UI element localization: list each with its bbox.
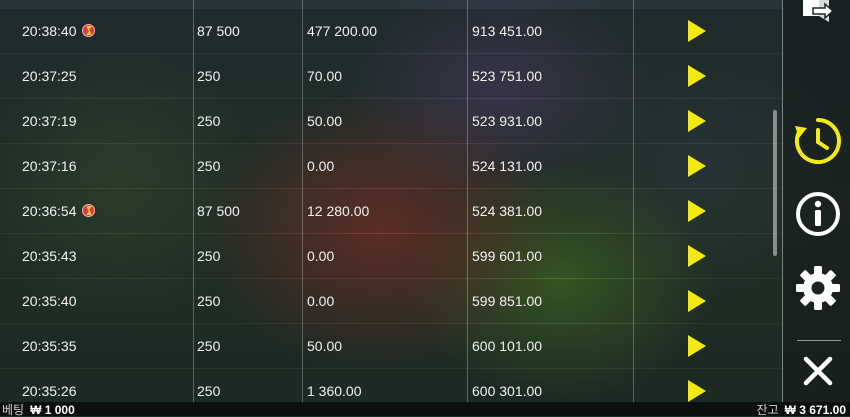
win-cell: 0.00 (307, 158, 335, 174)
history-icon (795, 118, 841, 164)
replay-play-icon[interactable] (688, 290, 706, 312)
column-divider (302, 0, 303, 402)
settings-button[interactable] (793, 263, 843, 313)
balance-cell: 523 931.00 (472, 113, 543, 129)
win-cell: 70.00 (307, 68, 343, 84)
table-row[interactable]: 20:35:40 250 0.00 599 851.00 (0, 279, 782, 323)
column-divider (193, 0, 194, 402)
info-button[interactable] (793, 189, 843, 239)
bonus-bolt-icon (82, 24, 95, 37)
replay-play-icon[interactable] (688, 380, 706, 402)
time-cell: 20:36:54 (22, 203, 77, 219)
table-row[interactable]: 20:35:43 250 0.00 599 601.00 (0, 234, 782, 278)
info-icon (796, 192, 840, 236)
balance-cell: 523 751.00 (472, 68, 543, 84)
bonus-bolt-icon (82, 204, 95, 217)
table-row[interactable]: 20:35:35 250 50.00 600 101.00 (0, 324, 782, 368)
win-cell: 50.00 (307, 113, 343, 129)
balance-cell: 524 381.00 (472, 203, 543, 219)
menu-divider (797, 340, 841, 341)
balance-label: 잔고 (756, 403, 779, 417)
replay-play-icon[interactable] (688, 110, 706, 132)
bet-cell: 250 (197, 113, 221, 129)
balance-cell: 599 851.00 (472, 293, 543, 309)
balance-cell: 600 101.00 (472, 338, 543, 354)
replay-play-icon[interactable] (688, 65, 706, 87)
replay-play-icon[interactable] (688, 20, 706, 42)
win-cell: 0.00 (307, 293, 335, 309)
bet-readout: 베팅 ₩ 1 000 (2, 403, 75, 417)
balance-cell: 524 131.00 (472, 158, 543, 174)
bet-label: 베팅 (2, 403, 25, 417)
balance-value: ₩ 3 671.00 (784, 403, 846, 417)
table-row[interactable]: 20:38:40 87 500 477 200.00 913 451.00 (0, 9, 782, 53)
table-row[interactable]: 20:37:19 250 50.00 523 931.00 (0, 99, 782, 143)
time-cell: 20:37:19 (22, 113, 77, 129)
column-divider (633, 0, 634, 402)
exit-icon (803, 0, 835, 22)
win-cell: 50.00 (307, 338, 343, 354)
win-cell: 1 360.00 (307, 383, 362, 399)
table-row[interactable]: 20:37:16 250 0.00 524 131.00 (0, 144, 782, 188)
table-row[interactable]: 20:37:25 250 70.00 523 751.00 (0, 54, 782, 98)
history-table: 20:38:40 87 500 477 200.00 913 451.00 20… (0, 0, 782, 402)
time-cell: 20:35:40 (22, 293, 77, 309)
bet-cell: 250 (197, 248, 221, 264)
replay-play-icon[interactable] (688, 155, 706, 177)
bet-value: ₩ 1 000 (30, 403, 75, 417)
bet-cell: 250 (197, 338, 221, 354)
balance-cell: 599 601.00 (472, 248, 543, 264)
replay-play-icon[interactable] (688, 335, 706, 357)
balance-readout: 잔고 ₩ 3 671.00 (757, 403, 846, 417)
win-cell: 12 280.00 (307, 203, 370, 219)
time-cell: 20:37:25 (22, 68, 77, 84)
gear-icon (796, 266, 840, 310)
bet-cell: 250 (197, 158, 221, 174)
bet-cell: 250 (197, 383, 221, 399)
table-row[interactable]: 20:35:26 250 1 360.00 600 301.00 (0, 369, 782, 402)
replay-play-icon[interactable] (688, 200, 706, 222)
exit-button[interactable] (793, 0, 843, 34)
balance-cell: 600 301.00 (472, 383, 543, 399)
bet-cell: 87 500 (197, 23, 240, 39)
close-icon (803, 356, 833, 386)
bet-cell: 250 (197, 68, 221, 84)
bet-cell: 250 (197, 293, 221, 309)
replay-play-icon[interactable] (688, 245, 706, 267)
win-cell: 477 200.00 (307, 23, 378, 39)
time-cell: 20:37:16 (22, 158, 77, 174)
balance-cell: 913 451.00 (472, 23, 543, 39)
time-cell: 20:35:26 (22, 383, 77, 399)
history-scrollbar[interactable] (773, 110, 777, 256)
close-button[interactable] (793, 346, 843, 396)
bet-cell: 87 500 (197, 203, 240, 219)
history-button[interactable] (793, 116, 843, 166)
status-footer: 베팅 ₩ 1 000 잔고 ₩ 3 671.00 (0, 402, 850, 417)
column-divider (467, 0, 468, 402)
side-menu (782, 0, 850, 402)
time-cell: 20:35:35 (22, 338, 77, 354)
table-row[interactable]: 20:36:54 87 500 12 280.00 524 381.00 (0, 189, 782, 233)
time-cell: 20:38:40 (22, 23, 77, 39)
time-cell: 20:35:43 (22, 248, 77, 264)
win-cell: 0.00 (307, 248, 335, 264)
